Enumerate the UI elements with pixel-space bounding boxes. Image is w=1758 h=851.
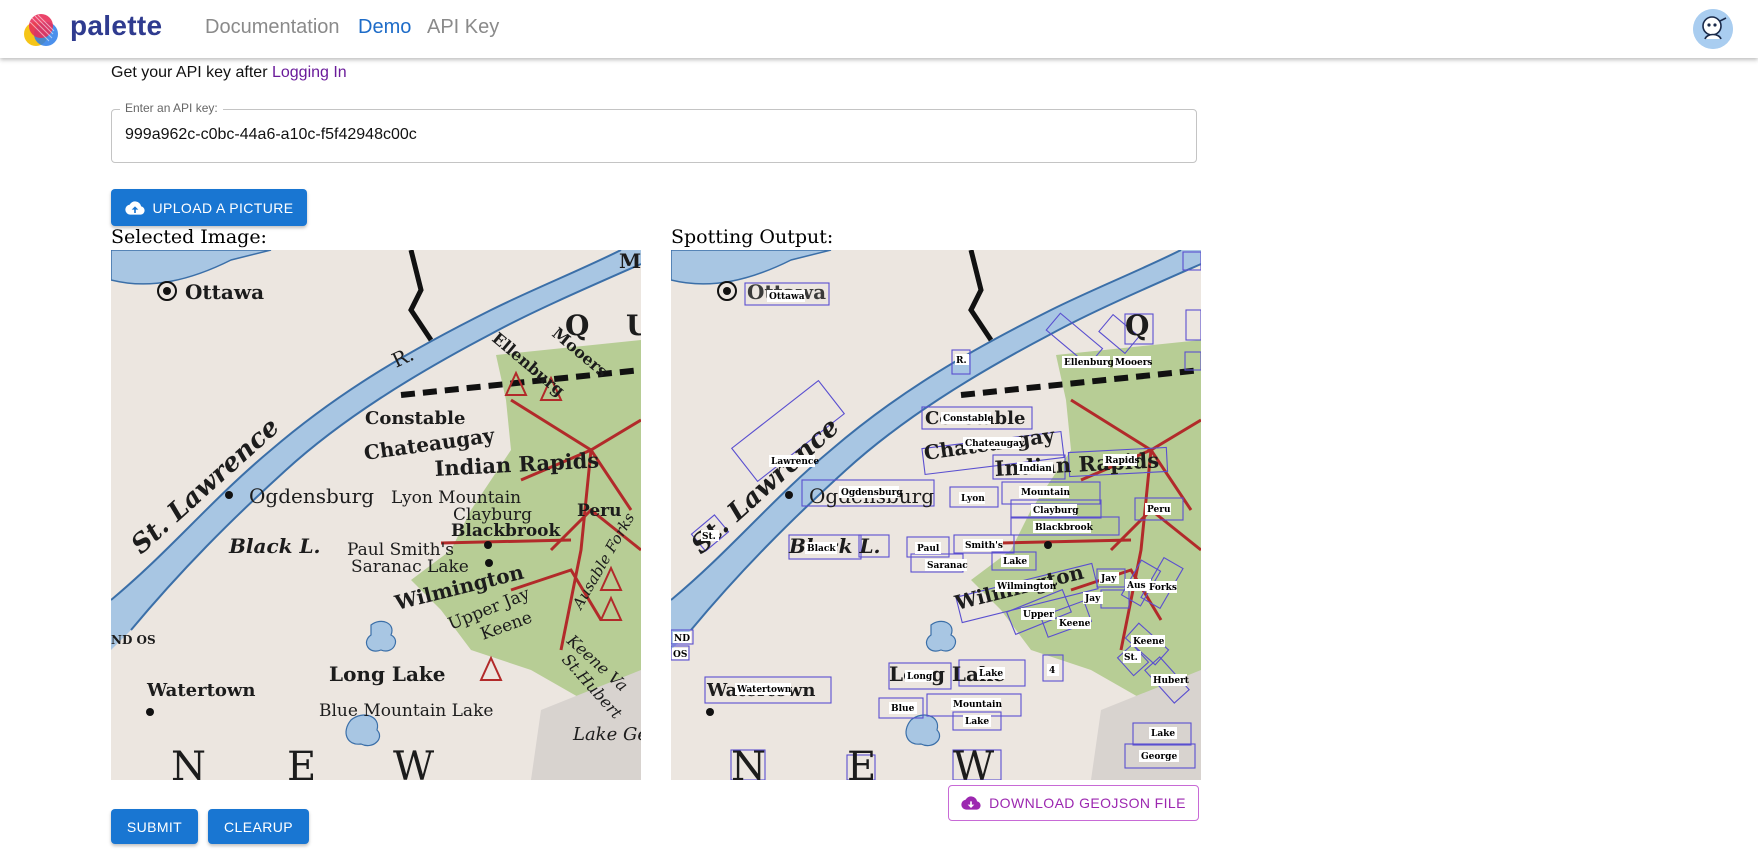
map-label-ottawa: Ottawa: [185, 280, 264, 304]
spot-word-4: 4: [1049, 666, 1055, 676]
map-label-peru: Peru: [577, 501, 621, 521]
nav-api-key[interactable]: API Key: [427, 16, 499, 39]
spot-word-forks: Forks: [1149, 583, 1177, 593]
download-geojson-button[interactable]: DOWNLOAD GEOJSON FILE: [948, 785, 1199, 821]
api-key-field[interactable]: Enter an API key:: [111, 101, 1197, 163]
spot-word-ellenburg: Ellenburg: [1064, 358, 1115, 368]
map-label-watertown: Watertown: [146, 680, 255, 701]
map-label-long-lake: Long Lake: [329, 662, 446, 686]
clearup-button[interactable]: CLEARUP: [208, 809, 309, 844]
spot-source-w: W: [953, 744, 994, 780]
selected-image-title: Selected Image:: [111, 226, 267, 248]
map-label-ogdensburg: Ogdensburg: [249, 484, 374, 508]
spot-word-constable: Constable: [943, 414, 993, 424]
spot-word-lake-4: Lake: [1151, 729, 1175, 739]
upload-picture-button[interactable]: UPLOAD A PICTURE: [111, 189, 307, 226]
api-key-input[interactable]: [125, 126, 1175, 144]
spot-source-e: E: [847, 744, 876, 780]
spot-word-lake-3: Lake: [965, 717, 989, 727]
spot-word-hubert: Hubert: [1153, 676, 1190, 686]
spot-word-jay-2: Jay: [1084, 594, 1101, 604]
spot-word-saranac: Saranac: [927, 561, 968, 571]
nav-demo[interactable]: Demo: [358, 16, 411, 39]
spot-word-clayburg: Clayburg: [1033, 506, 1079, 516]
spot-source-n: N: [731, 744, 766, 780]
map-label-w: W: [393, 744, 434, 780]
nav-documentation[interactable]: Documentation: [205, 16, 340, 39]
spot-word-upper: Upper: [1023, 610, 1054, 620]
spot-word-lyon: Lyon: [961, 494, 985, 504]
spot-word-lawrence: Lawrence: [771, 457, 819, 467]
spot-word-watertown: Watertown: [736, 685, 792, 695]
cloud-upload-icon: [124, 200, 145, 215]
spot-word-mountain-2: Mountain: [953, 700, 1002, 710]
spot-word-george: George: [1141, 752, 1177, 762]
palette-logo-icon[interactable]: [22, 12, 60, 50]
spot-word-mooers: Mooers: [1115, 358, 1153, 368]
map-label-m: M: [619, 250, 641, 273]
spot-word-st-2: St.: [1124, 653, 1138, 663]
upload-picture-label: UPLOAD A PICTURE: [152, 199, 294, 216]
spot-word-lake: Lake: [1003, 557, 1027, 567]
spot-word-os: OS: [673, 650, 687, 660]
map-label-n: N: [171, 744, 206, 780]
submit-label: SUBMIT: [126, 818, 183, 835]
map-label-u: U: [626, 309, 641, 342]
spotting-output-title: Spotting Output:: [671, 226, 834, 248]
spotting-output-image: Ottawa St. Lawrence Constable Chateaugay…: [671, 250, 1201, 780]
spot-word-r: R.: [956, 356, 967, 366]
spot-word-smiths: Smith's: [965, 541, 1003, 551]
map-label-e: E: [287, 744, 316, 780]
spot-word-jay: Jay: [1100, 574, 1117, 584]
avatar-icon: [1693, 9, 1733, 49]
spot-word-paul: Paul: [917, 544, 940, 554]
map-label-blackbrook: Blackbrook: [451, 521, 561, 541]
spot-word-long: Long: [907, 672, 933, 682]
spot-word-st: St.: [702, 532, 716, 542]
spot-word-wilmington: Wilmington: [996, 582, 1057, 592]
spot-word-black: Black: [807, 544, 836, 554]
spot-word-keene: Keene: [1059, 619, 1091, 629]
spot-word-ottawa: Ottawa: [769, 292, 805, 302]
submit-button[interactable]: SUBMIT: [111, 809, 198, 844]
download-geojson-label: DOWNLOAD GEOJSON FILE: [989, 795, 1186, 811]
map-label-nd-os: ND OS: [111, 633, 156, 647]
spot-word-ogdensburg: Ogdensburg: [841, 488, 903, 498]
spot-word-mountain: Mountain: [1021, 488, 1070, 498]
spot-word-rapids: Rapids: [1105, 456, 1140, 466]
top-app-bar: palette Documentation Demo API Key: [0, 0, 1758, 58]
spot-word-lake-2: Lake: [979, 669, 1003, 679]
spot-word-chateaugay: Chateaugay: [965, 439, 1025, 449]
spot-source-q: Q: [1125, 309, 1149, 342]
spot-word-blackbrook: Blackbrook: [1035, 523, 1094, 533]
clearup-label: CLEARUP: [224, 818, 293, 835]
map-label-constable: Constable: [365, 408, 465, 429]
map-label-lake-george: Lake George: [572, 724, 641, 745]
api-key-field-label: Enter an API key:: [120, 101, 223, 115]
spot-word-keene-2: Keene: [1133, 637, 1165, 647]
spot-word-blue: Blue: [891, 704, 915, 714]
api-key-instructions: Get your API key after Logging In: [111, 64, 347, 82]
spot-word-nd: ND: [674, 634, 690, 644]
map-label-saranac-lake: Saranac Lake: [351, 557, 469, 577]
login-link[interactable]: Logging In: [272, 64, 347, 81]
cloud-download-icon: [961, 796, 981, 810]
map-label-black-l: Black L.: [228, 534, 320, 558]
spot-word-indian: Indian: [1019, 464, 1052, 474]
map-label-blue-mountain-lake: Blue Mountain Lake: [319, 701, 493, 721]
map-label-q: Q: [565, 309, 589, 342]
selected-map-graphic: Ottawa St. Lawrence R. Ellenburg Mooers …: [111, 250, 641, 780]
spotting-map-graphic: Ottawa St. Lawrence Constable Chateaugay…: [671, 250, 1201, 780]
brand-name[interactable]: palette: [70, 10, 162, 42]
user-avatar[interactable]: [1693, 9, 1733, 49]
api-key-intro-text: Get your API key after: [111, 64, 268, 81]
spot-word-peru: Peru: [1147, 505, 1171, 515]
spot-word-aus: Aus: [1126, 581, 1146, 591]
selected-image: Ottawa St. Lawrence R. Ellenburg Mooers …: [111, 250, 641, 780]
